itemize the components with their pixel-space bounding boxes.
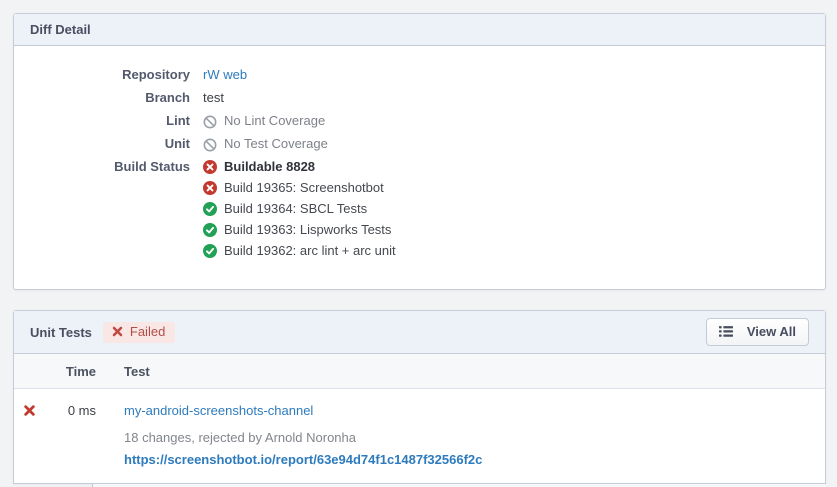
branch-value: test (203, 90, 224, 106)
unit-tests-panel-header: Unit Tests Failed View All (14, 311, 825, 354)
build-item: Build 19365: Screenshotbot (203, 180, 396, 196)
table-row: 0 ms my-android-screenshots-channel 18 c… (14, 389, 825, 483)
unit-tests-title: Unit Tests (30, 325, 92, 340)
property-row-repository: Repository rW web (14, 67, 809, 83)
property-row-unit: Unit No Test Coverage (14, 136, 809, 152)
diff-detail-body: Repository rW web Branch test Lint No Li… (14, 46, 825, 289)
circle-x-icon (203, 181, 217, 195)
report-url-link[interactable]: https://screenshotbot.io/report/63e94d74… (124, 452, 482, 467)
unit-tests-panel: Unit Tests Failed View All Time Test 0 m… (13, 310, 826, 484)
test-time: 0 ms (60, 403, 96, 419)
property-row-build-status: Build Status Buildable 8828 Build 19365:… (14, 159, 809, 264)
ban-icon (203, 115, 217, 129)
build-name: Build 19363: Lispworks Tests (224, 222, 391, 238)
unit-label: Unit (14, 136, 190, 152)
column-header-time: Time (60, 364, 96, 379)
list-icon (719, 325, 733, 338)
diff-detail-title: Diff Detail (30, 22, 91, 37)
build-item: Build 19362: arc lint + arc unit (203, 243, 396, 259)
test-detail: 18 changes, rejected by Arnold Noronha (124, 430, 825, 445)
build-item: Buildable 8828 (203, 159, 396, 175)
failed-badge: Failed (103, 322, 175, 343)
circle-x-icon (203, 160, 217, 174)
circle-check-icon (203, 202, 217, 216)
view-all-label: View All (747, 324, 796, 339)
buildable-name: Buildable 8828 (224, 159, 315, 175)
build-name: Build 19365: Screenshotbot (224, 180, 384, 196)
build-item: Build 19363: Lispworks Tests (203, 222, 396, 238)
diff-detail-panel-header: Diff Detail (14, 14, 825, 46)
column-header-test: Test (96, 364, 825, 379)
diff-detail-panel: Diff Detail Repository rW web Branch tes… (13, 13, 826, 290)
build-status-list: Buildable 8828 Build 19365: Screenshotbo… (203, 159, 396, 264)
unit-tests-table-header: Time Test (14, 354, 825, 389)
test-name-link[interactable]: my-android-screenshots-channel (124, 403, 313, 418)
build-name: Build 19364: SBCL Tests (224, 201, 367, 217)
x-icon (24, 405, 35, 416)
circle-check-icon (203, 244, 217, 258)
property-row-branch: Branch test (14, 90, 809, 106)
x-icon (112, 326, 123, 337)
property-row-lint: Lint No Lint Coverage (14, 113, 809, 129)
circle-check-icon (203, 223, 217, 237)
lint-label: Lint (14, 113, 190, 129)
failed-badge-label: Failed (130, 325, 165, 339)
repository-label: Repository (14, 67, 190, 83)
build-item: Build 19364: SBCL Tests (203, 201, 396, 217)
lint-value: No Lint Coverage (224, 113, 325, 129)
unit-value: No Test Coverage (224, 136, 328, 152)
build-status-label: Build Status (14, 159, 190, 175)
branch-label: Branch (14, 90, 190, 106)
view-all-button[interactable]: View All (706, 318, 809, 346)
repository-link[interactable]: rW web (203, 67, 247, 83)
ban-icon (203, 138, 217, 152)
build-name: Build 19362: arc lint + arc unit (224, 243, 396, 259)
